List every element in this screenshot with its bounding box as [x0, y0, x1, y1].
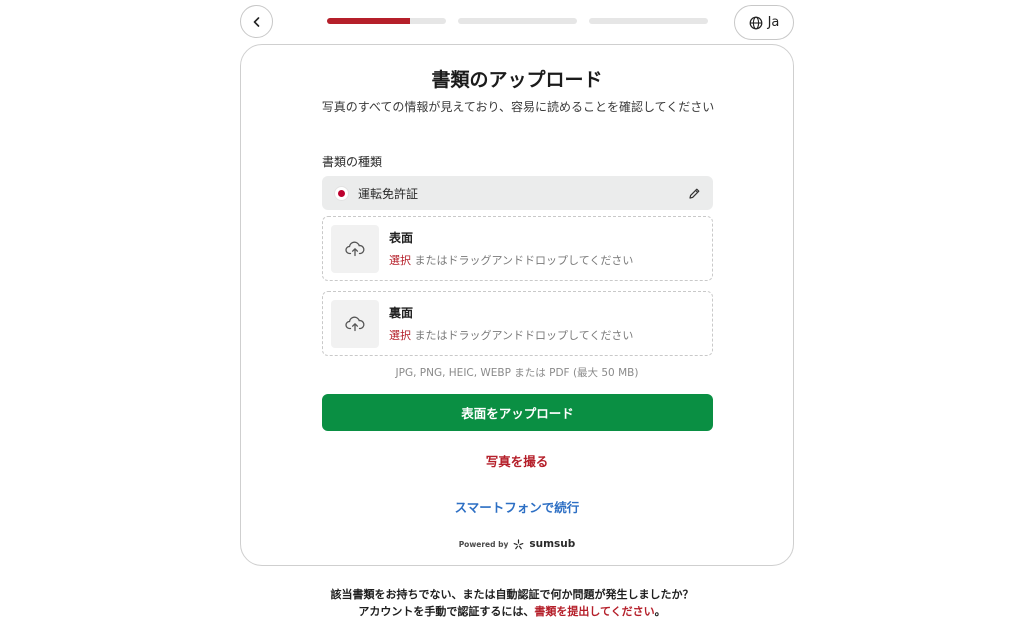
progress-step-1 [327, 18, 446, 24]
submit-documents-link[interactable]: 書類を提出してください [534, 605, 654, 618]
progress-indicator [327, 18, 708, 24]
continue-on-phone-link[interactable]: スマートフォンで続行 [241, 497, 793, 516]
progress-step-3 [589, 18, 708, 24]
chevron-left-icon [253, 16, 259, 27]
footer-line-2-suffix: 。 [654, 605, 666, 618]
footer-line-1: 該当書類をお持ちでない、または自動認証で何か問題が発生しましたか？ [330, 588, 694, 601]
powered-by-label: Powered by [458, 539, 509, 549]
upload-front-hint: またはドラッグアンドドロップしてください [411, 254, 634, 267]
upload-back-hint: またはドラッグアンドドロップしてください [411, 329, 634, 342]
cloud-upload-icon [331, 224, 379, 273]
pencil-icon[interactable] [688, 187, 701, 200]
doc-type-select[interactable]: 運転免許証 [322, 176, 713, 210]
take-photo-link[interactable]: 写真を撮る [241, 451, 793, 470]
globe-icon [749, 16, 762, 29]
sumsub-logo-icon [513, 538, 524, 549]
progress-fill [327, 18, 411, 24]
language-label: Ja [767, 15, 780, 30]
doc-type-label: 書類の種類 [322, 155, 383, 169]
sumsub-brand: sumsub [529, 538, 576, 550]
upload-front-dropzone[interactable]: 表面 選択 またはドラッグアンドドロップしてください [322, 216, 713, 281]
japan-flag-icon [334, 185, 349, 201]
progress-step-2 [458, 18, 577, 24]
powered-by: Powered by sumsub [241, 538, 793, 550]
upload-front-button[interactable]: 表面をアップロード [322, 394, 713, 431]
upload-card: 書類のアップロード 写真のすべての情報が見えており、容易に読めることを確認してく… [240, 44, 794, 566]
page-subtitle: 写真のすべての情報が見えており、容易に読めることを確認してください [321, 100, 715, 114]
upload-front-select-link[interactable]: 選択 [389, 254, 411, 267]
upload-back-title: 裏面 [389, 306, 414, 320]
upload-back-dropzone[interactable]: 裏面 選択 またはドラッグアンドドロップしてください [322, 291, 713, 356]
back-button[interactable] [240, 5, 273, 38]
footer-line-2-prefix: アカウントを手動で認証するには、 [358, 605, 535, 618]
cloud-upload-icon [331, 299, 379, 348]
doc-type-value: 運転免許証 [358, 186, 419, 201]
page-title: 書類のアップロード [431, 69, 603, 91]
language-selector[interactable]: Ja [734, 5, 794, 40]
upload-back-select-link[interactable]: 選択 [389, 329, 411, 342]
upload-front-title: 表面 [389, 231, 414, 245]
footer-help: 該当書類をお持ちでない、または自動認証で何か問題が発生しましたか？ アカウントを… [0, 586, 1024, 620]
accepted-formats-note: JPG, PNG, HEIC, WEBP または PDF (最大 50 MB) [395, 367, 639, 379]
